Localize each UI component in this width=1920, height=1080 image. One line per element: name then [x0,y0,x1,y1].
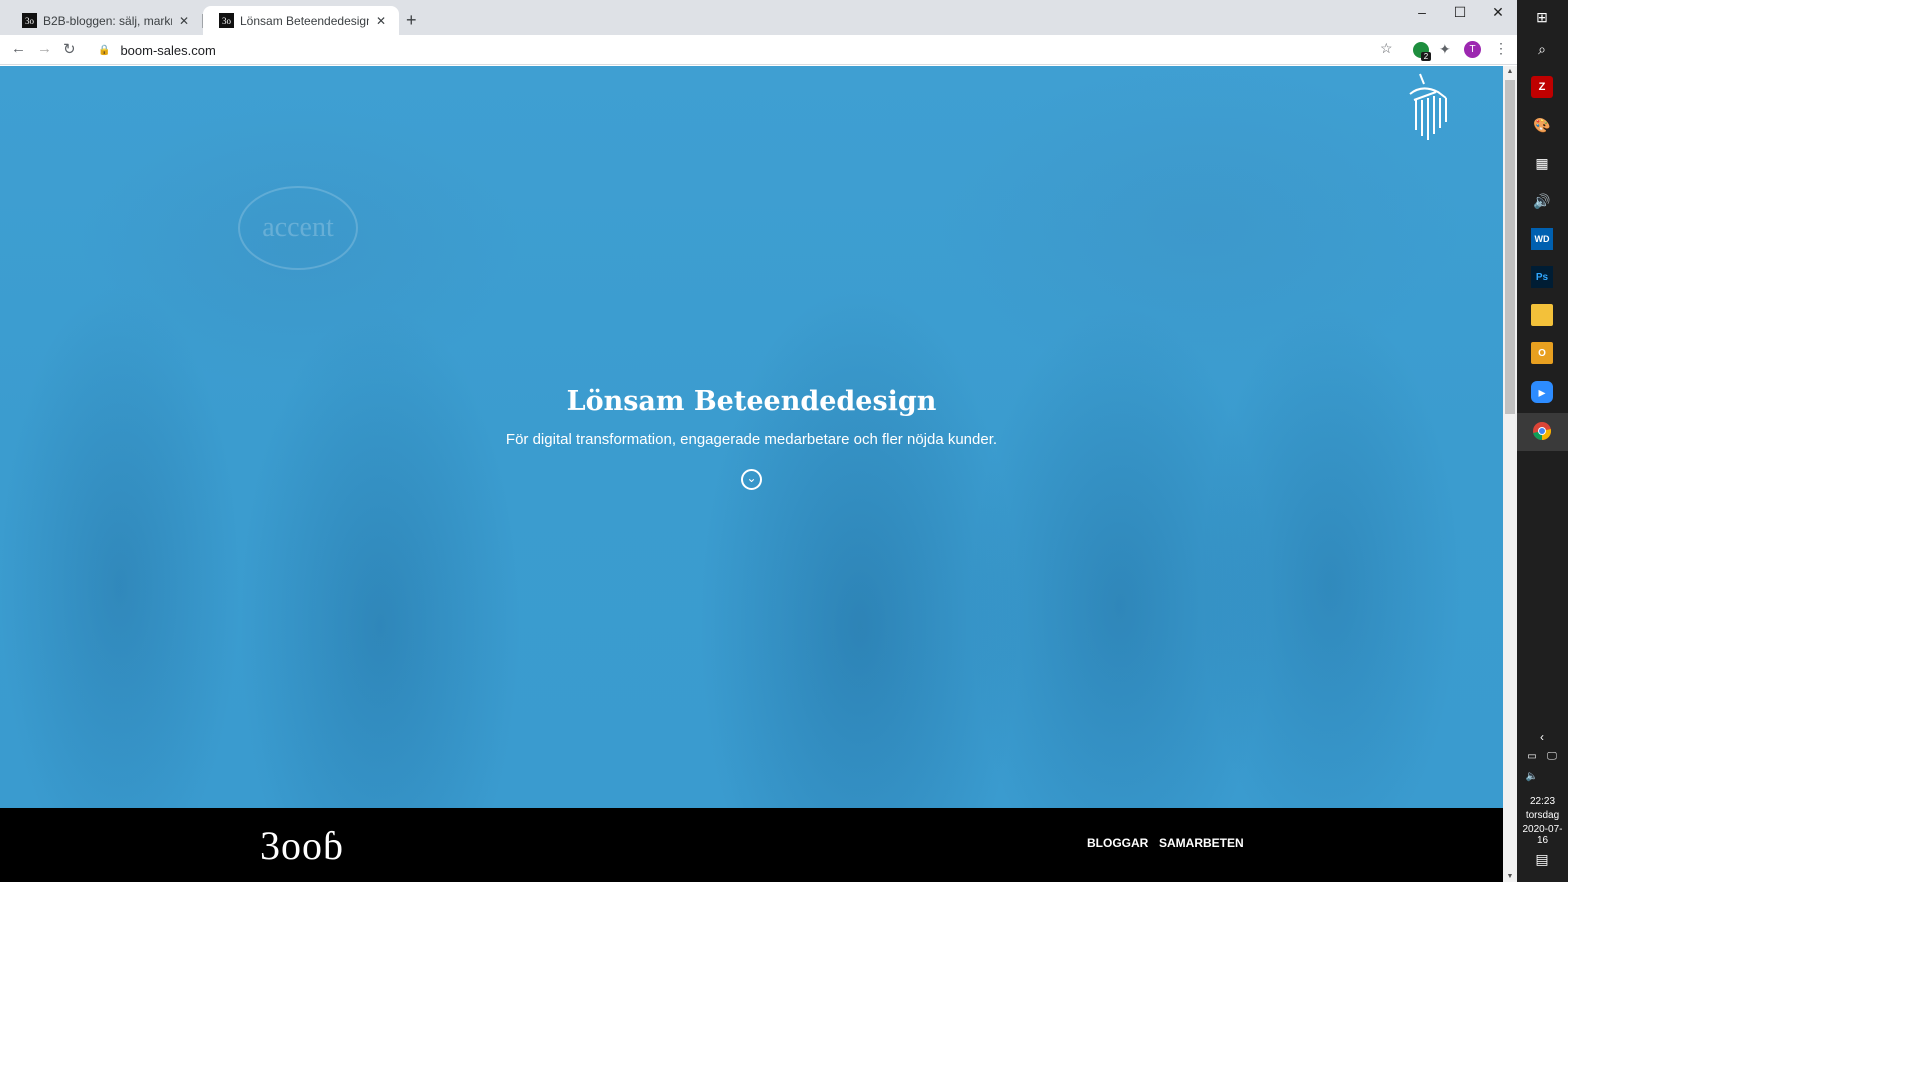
paint-icon[interactable]: 🎨 [1531,114,1553,136]
reload-icon[interactable]: ↻ [63,40,76,58]
address-text: boom-sales.com [120,42,216,58]
clock-day[interactable]: torsdag [1517,810,1568,821]
file-explorer-icon[interactable] [1531,304,1553,326]
filezilla-icon[interactable]: Z [1531,76,1553,98]
browser-toolbar: ← → ↻ 🔒 boom-sales.com ☆ [0,35,1517,65]
hero-section: accent Lönsam Beteendedesign För digital… [0,66,1503,808]
chrome-logo-icon [1533,422,1552,441]
nav-link-samarbeten[interactable]: SAMARBETEN [1159,836,1244,850]
tab-title: Lönsam Beteendedesign som hjälp [240,13,369,28]
profile-avatar[interactable]: T [1464,41,1481,58]
windows-icon[interactable]: ⊞ [1531,6,1553,28]
page-scrollbar[interactable]: ▲ ▼ [1503,66,1517,882]
back-icon[interactable]: ← [11,40,26,57]
wd-icon[interactable]: WD [1531,228,1553,250]
hero-subtitle: För digital transformation, engagerade m… [505,431,998,448]
maximize-icon[interactable]: ☐ [1442,4,1478,21]
page-viewport: accent Lönsam Beteendedesign För digital… [0,66,1503,882]
lock-icon: 🔒 [98,44,111,56]
forward-icon[interactable]: → [37,40,52,57]
notifications-icon[interactable]: ▤ [1531,848,1553,870]
bookmark-star-icon[interactable]: ☆ [1380,40,1393,57]
tab-bar: 3o B2B-bloggen: sälj, marknadsföring ✕ 3… [0,0,1517,35]
zoom-icon[interactable]: ▸ [1531,381,1553,403]
battery-icon[interactable]: ▭ [1521,745,1543,767]
close-tab-icon[interactable]: ✕ [176,14,192,28]
background-shop-sign: accent [238,186,358,270]
chevron-down-circle-icon[interactable]: ⌄ [741,469,762,490]
clock-date[interactable]: 2020-07-16 [1517,824,1568,846]
site-footer-bar: 3ooɓ BLOGGAR SAMARBETEN [0,808,1503,882]
minimize-icon[interactable]: – [1404,4,1440,20]
hero-title: Lönsam Beteendedesign [566,386,937,417]
extension-badge: 2 [1421,52,1431,61]
clock-time[interactable]: 22:23 [1517,796,1568,807]
calculator-icon[interactable]: ▦ [1531,152,1553,174]
new-tab-button[interactable]: + [406,10,417,31]
extensions-puzzle-icon[interactable]: ✦ [1439,41,1451,58]
outlook-icon[interactable]: O [1531,342,1553,364]
network-icon[interactable]: 🖵 [1541,745,1563,767]
tab-b2b-bloggen[interactable]: 3o B2B-bloggen: sälj, marknadsföring ✕ [6,6,202,35]
search-icon[interactable]: ⌕ [1531,38,1553,60]
scroll-up-arrow-icon[interactable]: ▲ [1503,68,1517,75]
scroll-down-arrow-icon[interactable]: ▼ [1503,873,1517,880]
close-tab-icon[interactable]: ✕ [373,14,389,28]
address-bar[interactable]: 🔒 boom-sales.com [90,38,1400,62]
close-window-icon[interactable]: ✕ [1480,4,1516,21]
photoshop-icon[interactable]: Ps [1531,266,1553,288]
scrollbar-thumb[interactable] [1505,80,1515,414]
volume-icon[interactable]: 🔊 [1531,190,1553,212]
tab-title: B2B-bloggen: sälj, marknadsföring [43,13,172,28]
windows-taskbar: ⊞ ⌕ Z 🎨 ▦ 🔊 WD Ps O ▸ ‹ ▭ 🖵 🔈 22:23 tors… [1517,0,1568,882]
nav-link-bloggar[interactable]: BLOGGAR [1087,836,1148,850]
menu-kebab-icon[interactable]: ⋮ [1494,40,1508,57]
chrome-icon[interactable] [1531,420,1553,442]
puppeteer-hand-icon[interactable] [1400,70,1450,142]
tab-lonsam-beteendedesign[interactable]: 3o Lönsam Beteendedesign som hjälp ✕ [203,6,399,35]
boom-logo[interactable]: 3ooɓ [260,822,344,869]
site-favicon-icon: 3o [22,13,37,28]
speaker-icon[interactable]: 🔈 [1521,765,1543,787]
site-favicon-icon: 3o [219,13,234,28]
